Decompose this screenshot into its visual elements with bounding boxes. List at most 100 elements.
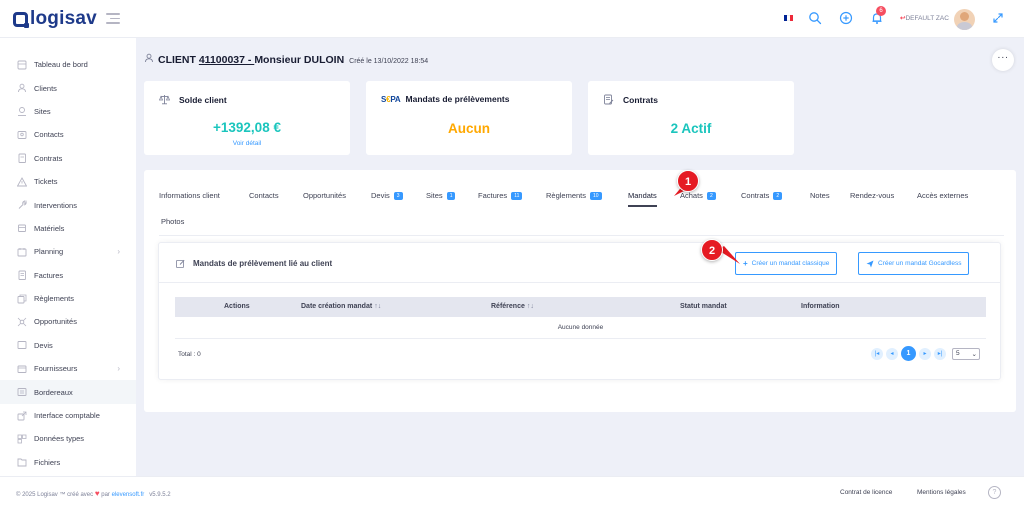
next-page-icon[interactable]: ▸ bbox=[919, 347, 931, 360]
tab-count-badge: 11 bbox=[511, 191, 523, 200]
send-icon bbox=[866, 260, 874, 267]
client-name: Monsieur DULOIN bbox=[254, 54, 345, 66]
sidebar-item-label: Contrats bbox=[34, 153, 63, 163]
devis-icon bbox=[17, 340, 27, 350]
contrats-value: 2 Actif bbox=[670, 121, 712, 136]
create-gocardless-mandate-button[interactable]: Créer un mandat Gocardless bbox=[858, 252, 970, 275]
chevron-right-icon: › bbox=[117, 247, 120, 257]
annotation-marker-2: 2 bbox=[701, 239, 723, 261]
add-circle-icon[interactable] bbox=[839, 11, 853, 25]
create-gocardless-mandate-label: Créer un mandat Gocardless bbox=[878, 260, 962, 267]
search-icon[interactable] bbox=[808, 11, 822, 25]
tableau-de-bord-icon bbox=[17, 60, 27, 70]
sidebar-item-tickets[interactable]: Tickets bbox=[0, 170, 136, 193]
mandats-section-header: Mandats de prélèvement lié au client + C… bbox=[159, 243, 1000, 283]
sidebar-item-label: Règlements bbox=[34, 294, 75, 304]
current-page-button[interactable]: 1 bbox=[901, 346, 916, 361]
column-header-information: Information bbox=[801, 303, 840, 310]
created-date: Créé le 13/10/2022 18:54 bbox=[349, 58, 429, 65]
create-classic-mandate-button[interactable]: + Créer un mandat classique bbox=[735, 252, 838, 275]
solde-value: +1392,08 € bbox=[213, 120, 281, 135]
logo-text: logisav bbox=[30, 8, 97, 29]
sidebar-item-contacts[interactable]: Contacts bbox=[0, 123, 136, 146]
column-header-reference[interactable]: Référence ↑↓ bbox=[491, 303, 534, 310]
edit-icon bbox=[176, 259, 185, 268]
sidebar-item-tableau-de-bord[interactable]: Tableau de bord bbox=[0, 53, 136, 76]
column-header-date-label: Date création mandat bbox=[301, 303, 373, 310]
sidebar-item-planning[interactable]: Planning › bbox=[0, 240, 136, 263]
tab-contacts[interactable]: Contacts bbox=[249, 191, 279, 200]
contract-document-icon bbox=[604, 94, 614, 105]
sidebar-item-opportunites[interactable]: Opportunités bbox=[0, 310, 136, 333]
tab-accès-externes[interactable]: Accès externes bbox=[917, 191, 968, 200]
sidebar-item-label: Opportunités bbox=[34, 317, 77, 327]
tab-sites[interactable]: Sites 1 bbox=[426, 191, 456, 200]
expand-icon[interactable] bbox=[991, 11, 1005, 25]
more-actions-button[interactable]: ··· bbox=[992, 49, 1014, 71]
column-header-date[interactable]: Date création mandat ↑↓ bbox=[301, 303, 381, 310]
contrats-icon bbox=[17, 153, 27, 164]
sidebar-item-donnees-types[interactable]: Données types bbox=[0, 427, 136, 450]
column-header-status: Statut mandat bbox=[680, 303, 727, 310]
tab-notes[interactable]: Notes bbox=[810, 191, 830, 200]
sidebar-item-bordereaux[interactable]: Bordereaux bbox=[0, 380, 136, 404]
logo[interactable]: logisav bbox=[13, 8, 97, 29]
sidebar-item-interface-comptable[interactable]: Interface comptable bbox=[0, 404, 136, 427]
tab-informations-client[interactable]: Informations client bbox=[159, 191, 220, 200]
company-link[interactable]: elevensoft.fr bbox=[112, 492, 145, 498]
last-page-icon[interactable]: ▸| bbox=[934, 347, 946, 360]
sidebar-item-fournisseurs[interactable]: Fournisseurs › bbox=[0, 357, 136, 380]
help-icon[interactable]: ? bbox=[988, 486, 1001, 499]
tab-label: Factures bbox=[478, 191, 508, 200]
tab-mandats[interactable]: Mandats bbox=[628, 191, 657, 207]
chevron-down-icon: ⌄ bbox=[971, 350, 977, 358]
client-code[interactable]: 41100037 - bbox=[199, 54, 254, 66]
sites-icon bbox=[17, 106, 27, 117]
sidebar-item-contrats[interactable]: Contrats bbox=[0, 147, 136, 170]
tab-opportunités[interactable]: Opportunités bbox=[303, 191, 346, 200]
tab-règlements[interactable]: Règlements 10 bbox=[546, 191, 602, 200]
sidebar-item-reglements[interactable]: Règlements bbox=[0, 287, 136, 310]
tab-photos[interactable]: Photos bbox=[161, 217, 184, 226]
solde-detail-link[interactable]: Voir détail bbox=[144, 140, 350, 147]
sidebar-item-fichiers[interactable]: Fichiers bbox=[0, 451, 136, 474]
sidebar-item-materiels[interactable]: Matériels bbox=[0, 217, 136, 240]
tab-label: Mandats bbox=[628, 191, 657, 200]
create-classic-mandate-label: Créer un mandat classique bbox=[751, 260, 830, 267]
menu-toggle-icon[interactable] bbox=[106, 13, 120, 24]
top-bar: logisav 6 ↩DEFAULT ZAC bbox=[0, 0, 1024, 38]
sidebar-item-label: Tableau de bord bbox=[34, 60, 88, 70]
tab-label: Sites bbox=[426, 191, 443, 200]
sidebar-item-label: Bordereaux bbox=[34, 387, 73, 397]
user-avatar[interactable] bbox=[954, 9, 975, 30]
license-link[interactable]: Contrat de licence bbox=[840, 489, 892, 496]
contacts-icon bbox=[17, 130, 27, 140]
page-size-select[interactable]: 5 ⌄ bbox=[952, 347, 980, 360]
user-name[interactable]: ↩DEFAULT ZAC bbox=[900, 14, 949, 22]
donnees-types-icon bbox=[17, 434, 27, 444]
tab-label: Accès externes bbox=[917, 191, 969, 200]
tab-rendez-vous[interactable]: Rendez-vous bbox=[850, 191, 894, 200]
language-flag-icon[interactable] bbox=[784, 15, 793, 21]
sidebar-item-label: Fournisseurs bbox=[34, 364, 78, 374]
tab-devis[interactable]: Devis 3 bbox=[371, 191, 403, 200]
prev-page-icon[interactable]: ◂ bbox=[886, 347, 898, 360]
sidebar-item-sites[interactable]: Sites bbox=[0, 100, 136, 123]
bordereaux-icon bbox=[17, 387, 27, 397]
sidebar-item-label: Factures bbox=[34, 270, 64, 280]
sidebar-item-label: Données types bbox=[34, 434, 85, 444]
annotation-marker-1: 1 bbox=[677, 170, 699, 192]
tab-factures[interactable]: Factures 11 bbox=[478, 191, 523, 200]
mandats-section-title: Mandats de prélèvement lié au client bbox=[176, 259, 332, 268]
contrats-card: Contrats 2 Actif bbox=[588, 81, 794, 155]
tab-contrats[interactable]: Contrats 2 bbox=[741, 191, 783, 200]
sidebar-item-devis[interactable]: Devis bbox=[0, 334, 136, 357]
sidebar-item-clients[interactable]: Clients bbox=[0, 76, 136, 99]
first-page-icon[interactable]: |◂ bbox=[871, 347, 883, 360]
tab-label: Contrats bbox=[741, 191, 770, 200]
legal-link[interactable]: Mentions légales bbox=[917, 489, 966, 496]
sidebar-item-interventions[interactable]: Interventions bbox=[0, 193, 136, 216]
sidebar-item-factures[interactable]: Factures bbox=[0, 264, 136, 287]
chevron-right-icon: › bbox=[117, 364, 120, 374]
solde-card-title: Solde client bbox=[179, 94, 227, 105]
